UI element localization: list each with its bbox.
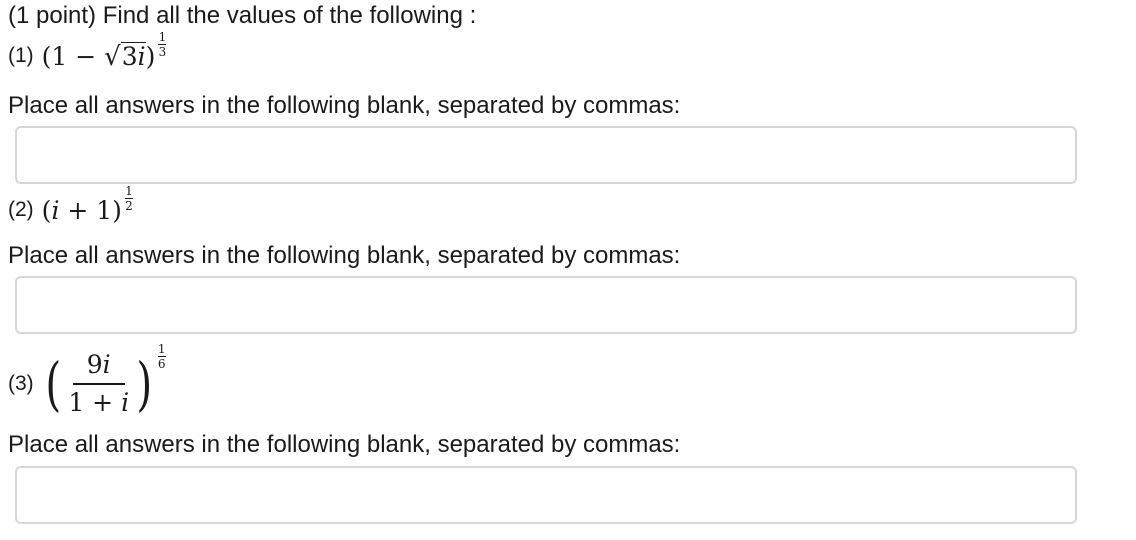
exponent-denominator: 2 [125,198,133,213]
numerator-coefficient: 9 [86,350,103,380]
sqrt-3: √ 3i [104,41,146,73]
problem-2-answer-input[interactable] [15,276,1077,334]
problem-3-expression: (3) ( 9i 1 + i ) 1 6 [8,340,166,428]
problem-1-answer-input[interactable] [15,126,1077,184]
problem-3-close-paren: ) [136,350,153,418]
exponent-numerator: 1 [157,341,166,356]
problem-2-rest: + 1) [59,195,122,225]
problem-1-close: ) [145,41,156,71]
problem-3-answer-input[interactable] [15,466,1077,524]
fraction-denominator: 1 + i [68,387,130,417]
problem-2-instruction: Place all answers in the following blank… [8,242,681,269]
problem-3-math: ( 9i 1 + i ) 1 6 [42,343,166,418]
imaginary-unit: i [121,387,130,417]
problem-3-exponent: 1 6 [157,341,166,371]
sqrt-radicand: 3i [120,41,146,71]
denominator-constant: 1 + [68,387,122,417]
problem-2-math: ( i + 1) 1 2 [41,185,133,225]
problem-2-label: (2) [8,198,34,221]
problem-3-label: (3) [8,372,34,395]
problem-2-exponent: 1 2 [124,183,133,213]
problem-3-open-paren: ( [45,350,61,418]
imaginary-unit: i [102,350,111,380]
radicand-value: 3 [121,41,138,71]
problem-1-math: (1 − √ 3i ) 1 3 [41,31,167,73]
problem-page: (1 point) Find all the values of the fol… [0,0,1136,540]
imaginary-unit: i [137,41,146,71]
problem-1-instruction: Place all answers in the following blank… [8,92,681,119]
problem-1-exponent: 1 3 [158,29,167,59]
problem-2-open: ( [41,195,52,225]
problem-3-fraction: 9i 1 + i [68,351,129,417]
problem-1-label: (1) [8,44,34,67]
fraction-bar [72,383,125,385]
exponent-numerator: 1 [158,29,167,44]
fraction-numerator: 9i [87,351,111,379]
sqrt-radical-sign: √ [104,42,121,73]
exponent-denominator: 6 [157,356,166,371]
problem-3-instruction: Place all answers in the following blank… [8,431,681,458]
exponent-denominator: 3 [158,44,167,59]
imaginary-unit: i [51,195,60,225]
exponent-numerator: 1 [125,183,133,198]
problem-1-expression: (1) (1 − √ 3i ) 1 3 [8,31,167,74]
problem-intro: (1 point) Find all the values of the fol… [8,2,477,29]
problem-1-open: (1 − [41,41,105,71]
problem-2-expression: (2) ( i + 1) 1 2 [8,185,133,228]
